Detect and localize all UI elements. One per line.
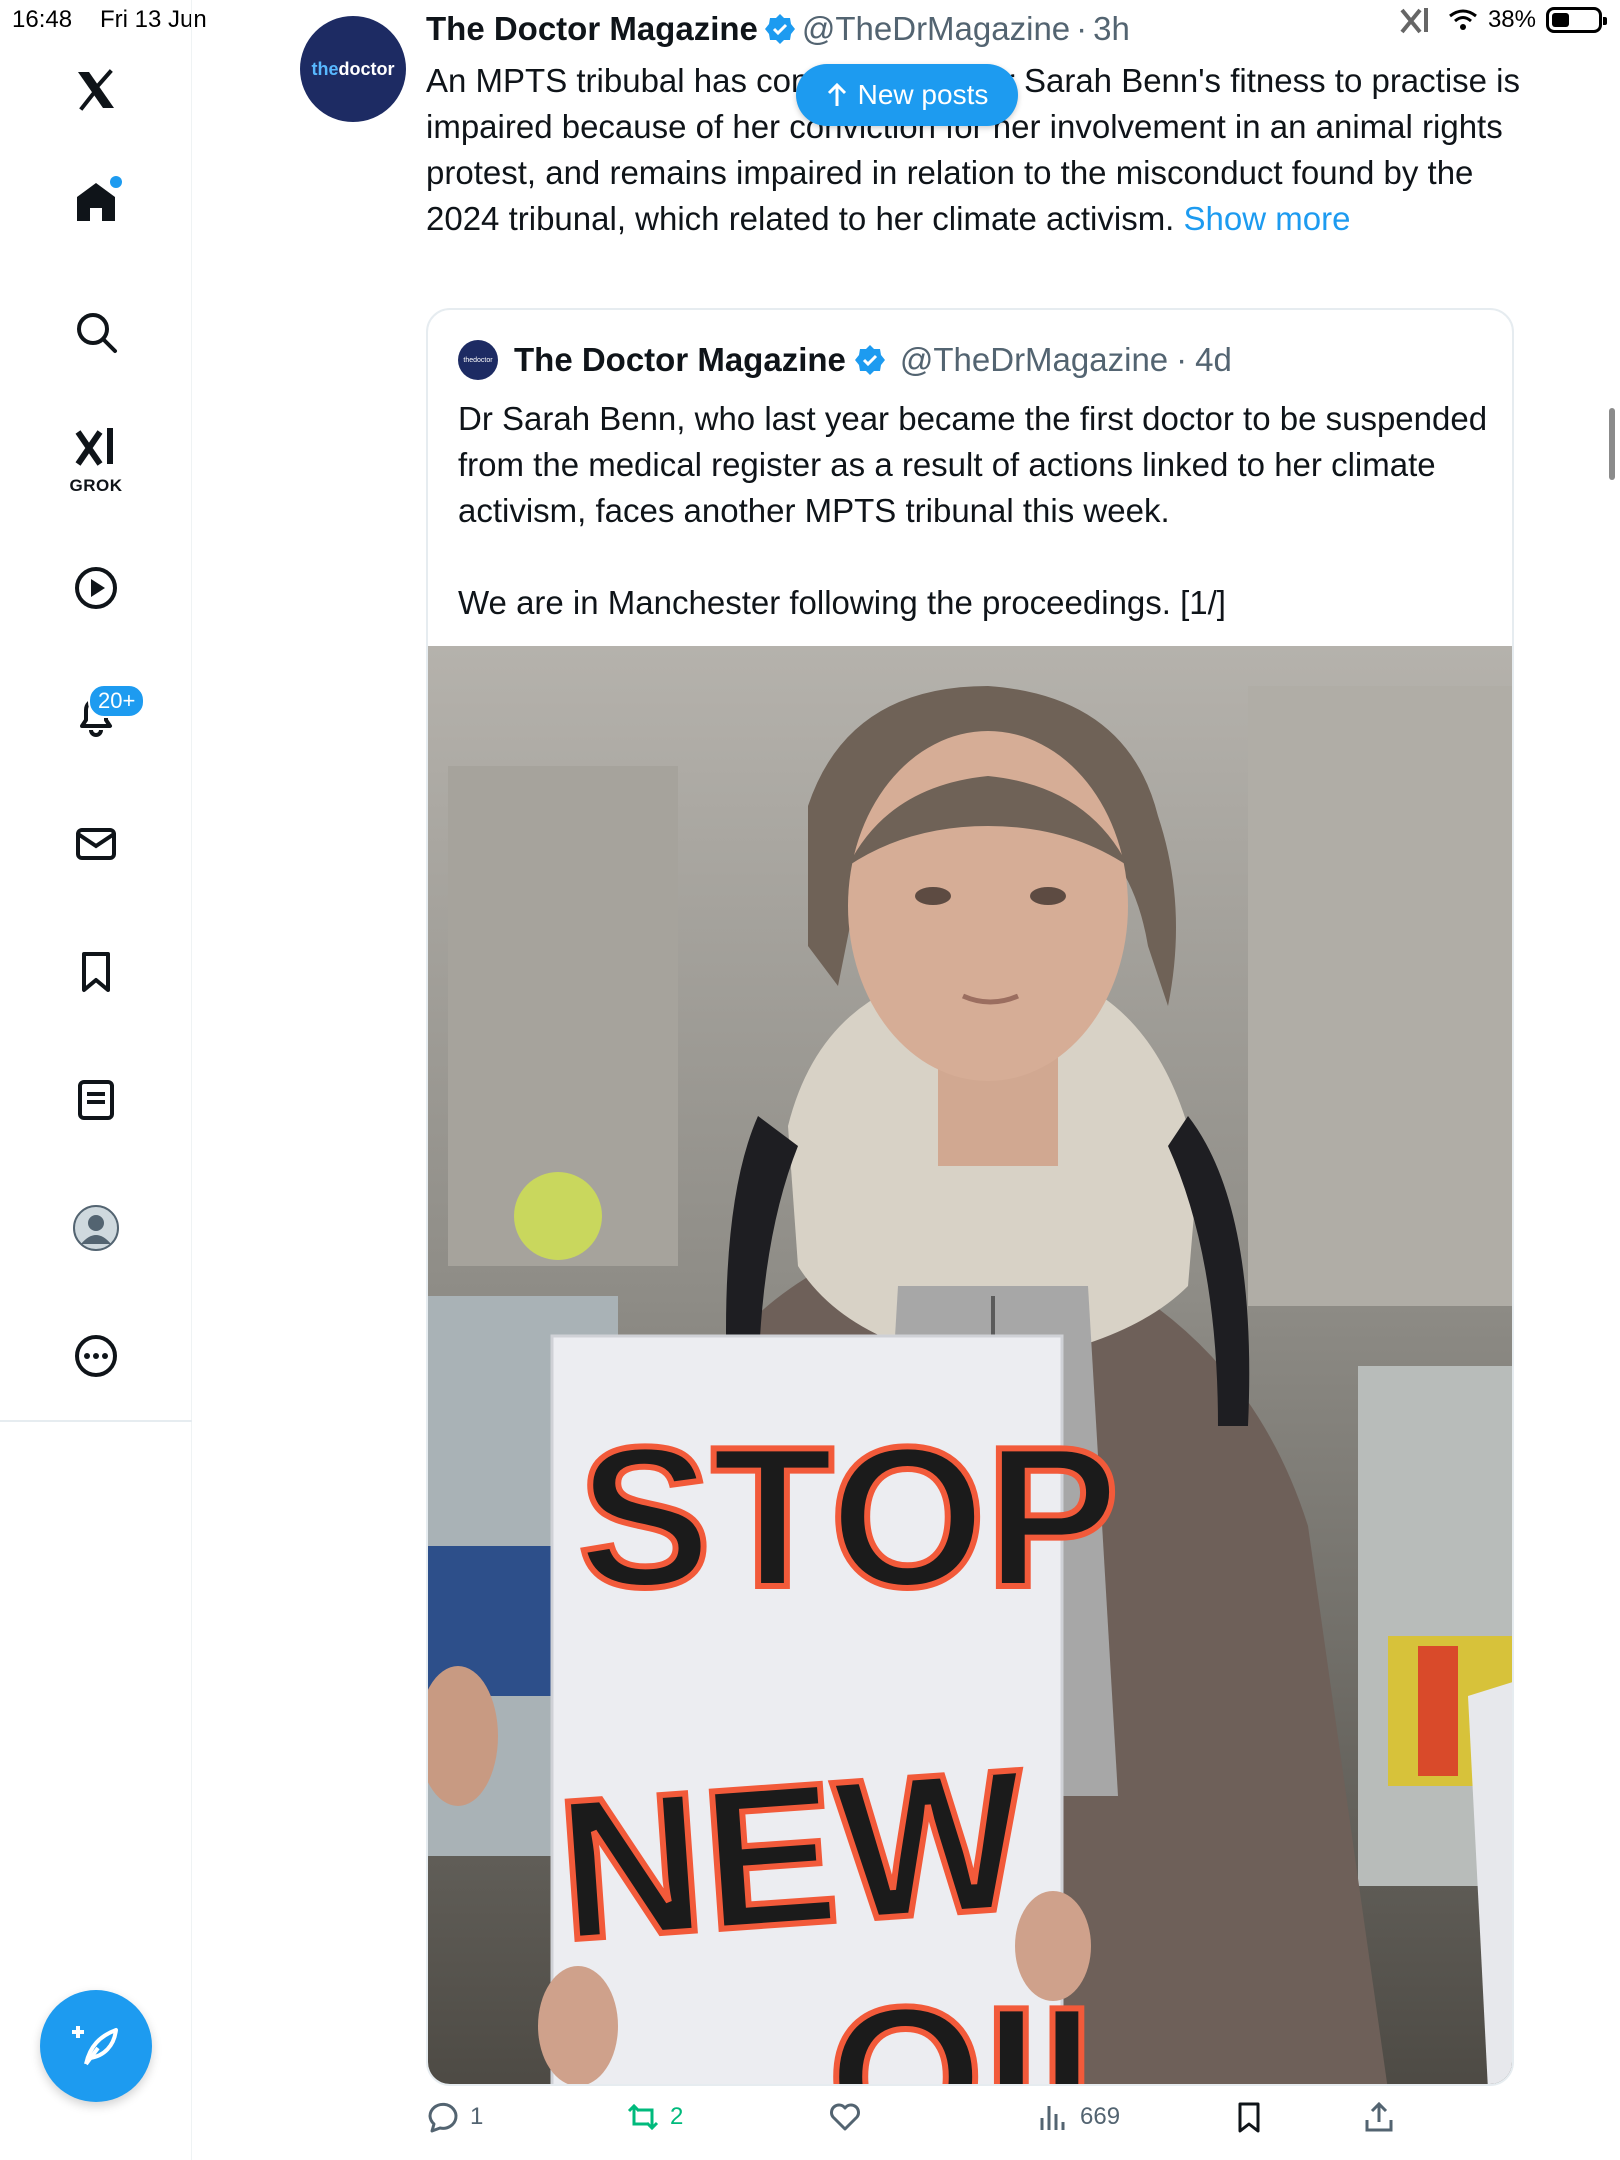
lists-icon [78, 1080, 114, 1120]
quoted-tweet-card[interactable]: thedoctor The Doctor Magazine @TheDrMaga… [426, 308, 1514, 2086]
grok-status-icon [1400, 8, 1428, 34]
home-unread-dot [110, 176, 122, 188]
more-icon [75, 1335, 117, 1377]
quote-author-handle: @TheDrMagazine [899, 341, 1169, 378]
arrow-up-icon [827, 82, 846, 106]
quote-author-name: The Doctor Magazine [514, 341, 846, 378]
grok-icon [75, 428, 113, 466]
reply-count: 1 [470, 2103, 484, 2130]
author-name[interactable]: The Doctor Magazine [426, 10, 758, 48]
views-button[interactable]: 669 [1036, 2100, 1120, 2134]
grok-label: GROK [69, 476, 123, 495]
profile-icon [73, 1205, 119, 1251]
quote-author-avatar: thedoctor [458, 340, 498, 380]
quote-paragraph-1: Dr Sarah Benn, who last year became the … [458, 400, 1488, 529]
share-icon [1365, 2101, 1393, 2132]
messages-icon [76, 828, 116, 860]
compose-button[interactable] [40, 1990, 152, 2102]
verified-badge-icon [764, 14, 795, 44]
sign-text-line-2: NEW [552, 1728, 1033, 1983]
header-separator: · [1076, 10, 1088, 47]
quote-text: Dr Sarah Benn, who last year became the … [458, 396, 1488, 626]
x-logo-icon[interactable] [56, 50, 136, 130]
quote-photo[interactable]: STOP NEW OIL [428, 646, 1512, 2086]
show-more-link[interactable]: Show more [1184, 200, 1351, 237]
views-icon [1040, 2106, 1065, 2130]
scrollbar[interactable] [1609, 408, 1615, 480]
battery-level [1552, 13, 1569, 27]
tweet-header: The Doctor Magazine @TheDrMagazine · 3h [426, 10, 1130, 48]
search-icon [77, 313, 117, 353]
sidebar-item-bookmarks[interactable] [56, 932, 136, 1012]
repost-button[interactable]: 2 [626, 2100, 683, 2134]
quote-separator: · [1176, 341, 1188, 378]
protester-photo-illustration: STOP NEW OIL [428, 646, 1512, 2086]
quote-verified-badge-icon [854, 345, 885, 375]
sidebar-item-profile[interactable] [56, 1188, 136, 1268]
battery-percent: 38% [1487, 6, 1536, 33]
status-indicators: 38% [1398, 6, 1607, 34]
new-posts-button[interactable]: New posts [796, 64, 1018, 126]
sidebar-item-grok[interactable]: GROK [56, 418, 136, 498]
heart-icon [830, 2103, 860, 2131]
battery-icon [1546, 7, 1607, 33]
sign-text-line-1: STOP [578, 1406, 1119, 1629]
quote-time: 4d [1195, 341, 1232, 378]
quote-paragraph-2: We are in Manchester following the proce… [458, 584, 1226, 621]
sidebar-divider [0, 1420, 192, 1422]
sidebar-item-messages[interactable] [56, 804, 136, 884]
compose-feather-icon [72, 2026, 118, 2066]
share-button[interactable] [1362, 2100, 1396, 2134]
wifi-icon [1449, 9, 1477, 30]
sidebar-item-lists[interactable] [56, 1060, 136, 1140]
sidebar-item-video[interactable] [56, 548, 136, 628]
video-icon [75, 567, 117, 609]
reply-icon [428, 2102, 458, 2133]
repost-count: 2 [670, 2103, 684, 2130]
repost-icon [627, 2103, 659, 2131]
quote-header: thedoctor The Doctor Magazine @TheDrMaga… [458, 340, 1232, 380]
bookmark-icon [1238, 2102, 1260, 2133]
bookmarks-icon [82, 952, 110, 992]
bookmark-button[interactable] [1232, 2100, 1266, 2134]
new-posts-label: New posts [857, 79, 989, 110]
author-avatar[interactable]: the doctor [300, 16, 406, 122]
sidebar: GROK 20+ [0, 0, 192, 2160]
sidebar-item-more[interactable] [56, 1316, 136, 1396]
sign-text-line-3: OIL [828, 1966, 1161, 2086]
sidebar-item-search[interactable] [56, 292, 136, 372]
author-handle[interactable]: @TheDrMagazine [802, 10, 1070, 48]
tweet-time[interactable]: 3h [1093, 10, 1130, 48]
notifications-badge: 20+ [88, 684, 146, 718]
views-count: 669 [1080, 2103, 1121, 2130]
tweet-actions: 1 2 669 [426, 2100, 1426, 2148]
like-button[interactable] [828, 2100, 862, 2134]
reply-button[interactable]: 1 [426, 2100, 483, 2134]
sidebar-item-home[interactable] [56, 162, 136, 242]
